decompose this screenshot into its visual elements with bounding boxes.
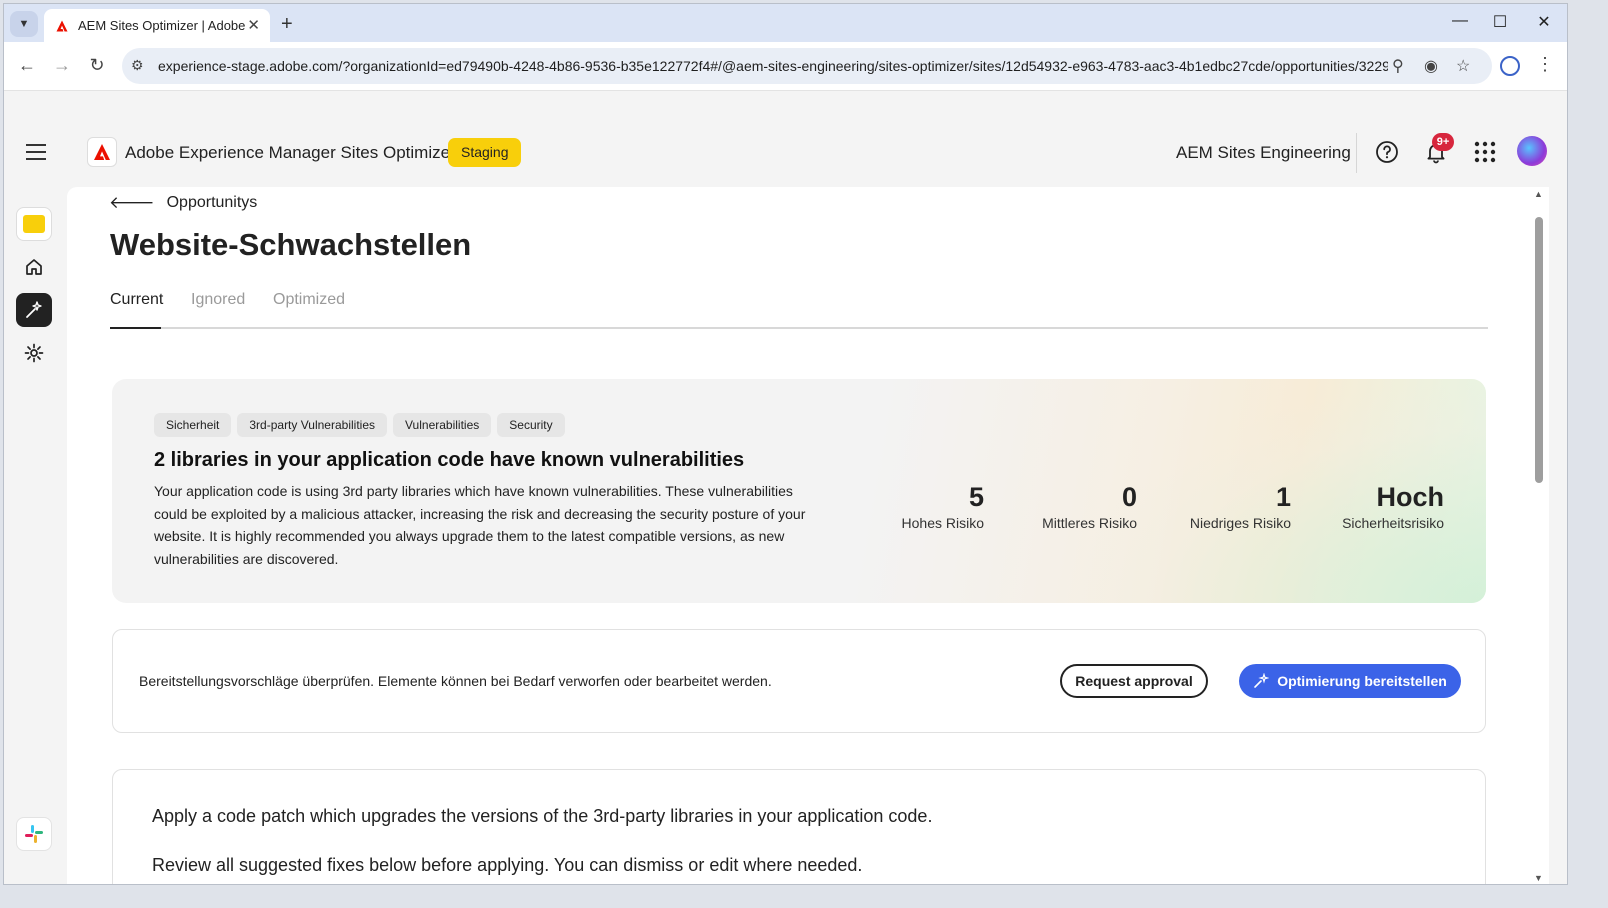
metric-value: Hoch [1376,482,1445,512]
tab-optimized-label: Optimized [273,291,346,308]
org-switcher[interactable]: AEM Sites Engineering [1176,143,1351,163]
adobe-logo [87,137,117,167]
metric-high-risk: 5 Hohes Risiko [902,481,984,531]
code-patch-card: Apply a code patch which upgrades the ve… [112,769,1486,884]
back-icon[interactable]: ← [16,55,38,76]
opportunity-heading: 2 libraries in your application code hav… [154,449,745,471]
back-to-opportunities-link[interactable]: 🡐 Opportunitys [109,193,257,213]
scroll-thumb[interactable] [1535,217,1543,483]
deploy-optimization-button[interactable]: Optimierung bereitstellen [1239,664,1461,698]
app-switcher-grid-icon[interactable] [1472,139,1498,165]
deploy-optimization-label: Optimierung bereitstellen [1277,673,1447,689]
tag: Security [497,413,565,437]
tab-ignored[interactable]: Ignored [191,291,245,309]
slack-icon[interactable] [16,817,52,851]
notification-count-badge: 9+ [1432,133,1454,151]
metric-value: 5 [968,482,984,512]
active-tab-indicator [110,327,161,329]
settings-gear-icon[interactable] [16,336,52,370]
metric-value: 1 [1275,482,1291,512]
window-close-icon[interactable]: ✕ [1532,12,1556,32]
browser-menu-icon[interactable]: ⋮ [1536,54,1554,75]
back-arrow-icon: 🡐 [109,193,155,212]
header-divider [1356,133,1357,173]
adobe-favicon-icon [56,20,68,31]
minimize-icon[interactable]: — [1448,12,1472,30]
new-tab-icon[interactable]: + [281,13,293,36]
scroll-up-icon[interactable]: ▲ [1534,189,1543,199]
app-area: Adobe Experience Manager Sites Optimizer… [4,90,1567,884]
help-icon[interactable] [1374,139,1400,165]
metric-label: Hohes Risiko [901,515,984,531]
main-content: 🡐 Opportunitys Website-Schwachstellen Cu… [67,187,1549,884]
site-thumbnail-icon[interactable] [16,207,52,241]
tab-close-icon[interactable]: ✕ [247,16,260,34]
adobe-logo-icon [94,144,110,160]
browser-profile-icon[interactable] [1500,56,1520,76]
metric-label: Sicherheitsrisiko [1342,515,1444,531]
tag-list: Sicherheit 3rd-party Vulnerabilities Vul… [154,413,565,437]
url-text[interactable]: experience-stage.adobe.com/?organization… [158,58,1388,74]
back-link-label: Opportunitys [166,194,258,211]
metric-label: Niedriges Risiko [1189,515,1291,531]
zoom-icon[interactable]: ⚲ [1392,56,1404,76]
browser-toolbar: ← → ↻ ⚙ experience-stage.adobe.com/?orga… [4,42,1567,90]
browser-tab[interactable]: AEM Sites Optimizer | Adobe Ex ✕ [44,9,270,42]
tab-current[interactable]: Current [110,291,163,309]
deployment-action-card: Bereitstellungsvorschläge überprüfen. El… [112,629,1486,733]
opportunity-description: Your application code is using 3rd party… [154,483,806,567]
tag: 3rd-party Vulnerabilities [237,413,387,437]
opportunities-icon[interactable] [16,293,52,327]
environment-badge: Staging [448,138,522,167]
forward-icon[interactable]: → [51,55,73,76]
browser-tabstrip: ▼ AEM Sites Optimizer | Adobe Ex ✕ + — ☐… [4,4,1567,42]
user-avatar[interactable] [1517,136,1547,166]
metric-medium-risk: 0 Mittleres Risiko [1042,481,1137,531]
eye-off-icon[interactable]: ◉ [1424,56,1438,76]
scroll-down-icon[interactable]: ▼ [1534,873,1543,883]
metric-security-risk: Hoch Sicherheitsrisiko [1342,481,1444,531]
hamburger-menu-icon[interactable] [26,144,46,160]
metric-label: Mittleres Risiko [1042,515,1137,531]
request-approval-label: Request approval [1075,673,1193,689]
tab-current-label: Current [110,291,164,308]
reload-icon[interactable]: ↻ [86,55,108,76]
address-bar[interactable]: ⚙ experience-stage.adobe.com/?organizati… [122,48,1492,84]
site-settings-icon[interactable]: ⚙ [131,57,144,74]
tab-optimized[interactable]: Optimized [273,291,345,309]
opportunity-tabs: Current Ignored Optimized [110,287,1488,329]
tab-title: AEM Sites Optimizer | Adobe Ex [78,18,246,33]
opportunity-summary-card: Sicherheit 3rd-party Vulnerabilities Vul… [112,379,1486,603]
patch-description: Apply a code patch which upgrades the ve… [152,806,933,826]
sparkle-icon [1254,673,1270,688]
page-title: Website-Schwachstellen [110,227,472,262]
home-icon[interactable] [16,250,52,284]
app-header: Adobe Experience Manager Sites Optimizer… [4,121,1567,185]
tab-search-icon[interactable]: ▼ [10,11,38,37]
tab-ignored-label: Ignored [191,291,246,308]
tag: Sicherheit [154,413,232,437]
request-approval-button[interactable]: Request approval [1060,664,1208,698]
bookmark-star-icon[interactable]: ☆ [1456,56,1470,76]
metric-value: 0 [1121,482,1137,512]
patch-review-note: Review all suggested fixes below before … [152,855,863,875]
browser-window: ▼ AEM Sites Optimizer | Adobe Ex ✕ + — ☐… [3,3,1568,885]
tag: Vulnerabilities [393,413,492,437]
metric-low-risk: 1 Niedriges Risiko [1190,481,1291,531]
deployment-instructions: Bereitstellungsvorschläge überprüfen. El… [139,673,772,689]
app-title: Adobe Experience Manager Sites Optimizer [125,143,456,162]
maximize-icon[interactable]: ☐ [1488,12,1512,32]
page-scrollbar[interactable]: ▲ ▼ [1531,187,1547,884]
